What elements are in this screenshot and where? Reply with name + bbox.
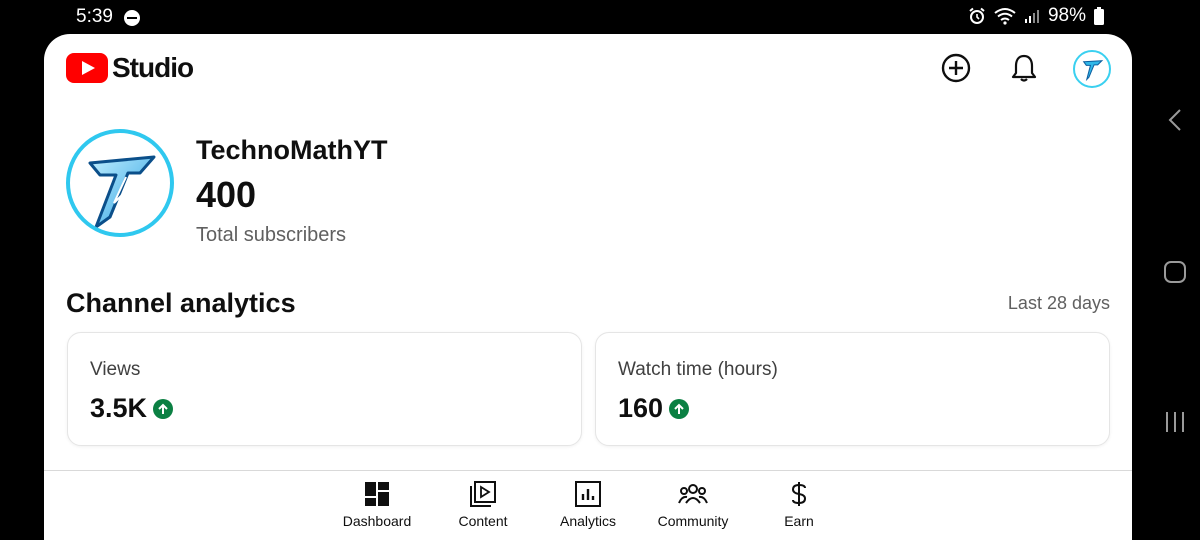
nav-item-community[interactable]: Community [643, 481, 743, 529]
status-time: 5:39 [76, 6, 113, 27]
content-icon [470, 481, 496, 507]
nav-item-earn[interactable]: Earn [749, 481, 849, 529]
account-avatar-button[interactable] [1073, 50, 1111, 88]
bell-icon [1011, 54, 1037, 82]
status-bar: 5:39 98% [0, 0, 1150, 34]
notifications-button[interactable] [1006, 50, 1042, 86]
app-screen: Studio TechnoMathYT 400 Total subscriber… [44, 34, 1132, 540]
alarm-icon [969, 7, 985, 24]
create-plus-icon [941, 53, 971, 83]
studio-logo[interactable]: Studio [66, 52, 194, 84]
trend-up-icon [669, 398, 690, 419]
logo-text: Studio [112, 52, 194, 83]
analytics-period: Last 28 days [1007, 293, 1110, 313]
community-icon [678, 484, 708, 504]
status-icons: 98% [968, 5, 1104, 27]
card-label: Watch time (hours) [618, 359, 778, 380]
recents-icon [1166, 412, 1184, 432]
bottom-nav: Dashboard Content Analytics Community Ea… [44, 471, 1132, 540]
create-button[interactable] [938, 50, 974, 86]
nav-label: Community [657, 513, 729, 529]
youtube-logo-icon [66, 53, 108, 83]
system-recents-button[interactable] [1150, 402, 1200, 442]
card-value: 160 [618, 393, 664, 423]
battery-icon [1094, 7, 1104, 25]
back-chevron-icon [1168, 109, 1181, 131]
channel-name: TechnoMathYT [196, 135, 388, 165]
analytics-icon [575, 481, 601, 507]
nav-item-dashboard[interactable]: Dashboard [327, 481, 427, 529]
subscriber-count: 400 [196, 174, 257, 215]
trend-up-icon [153, 398, 174, 419]
nav-label: Dashboard [342, 513, 412, 529]
dashboard-icon [365, 482, 389, 506]
channel-avatar-icon [1082, 60, 1104, 82]
watch-time-card[interactable]: Watch time (hours) 160 [595, 332, 1110, 446]
battery-level: 98% [1047, 5, 1086, 26]
nav-item-analytics[interactable]: Analytics [538, 481, 638, 529]
card-label: Views [90, 359, 141, 380]
signal-icon [1024, 10, 1039, 23]
system-nav-bar [1150, 0, 1200, 540]
views-card[interactable]: Views 3.5K [67, 332, 582, 446]
home-square-icon [1164, 261, 1186, 283]
earn-icon [791, 482, 807, 506]
do-not-disturb-icon [124, 10, 140, 26]
subscriber-label: Total subscribers [196, 224, 347, 246]
nav-label: Earn [784, 513, 814, 529]
card-value-row: 3.5K [90, 393, 174, 424]
system-home-button[interactable] [1150, 252, 1200, 292]
analytics-title: Channel analytics [66, 288, 296, 318]
nav-item-content[interactable]: Content [433, 481, 533, 529]
card-value: 3.5K [90, 393, 148, 423]
nav-label: Analytics [559, 513, 617, 529]
card-value-row: 160 [618, 393, 690, 424]
channel-avatar[interactable] [66, 129, 174, 237]
channel-logo-icon [88, 155, 156, 229]
wifi-icon [994, 8, 1016, 25]
system-back-button[interactable] [1150, 100, 1200, 140]
nav-label: Content [458, 513, 508, 529]
